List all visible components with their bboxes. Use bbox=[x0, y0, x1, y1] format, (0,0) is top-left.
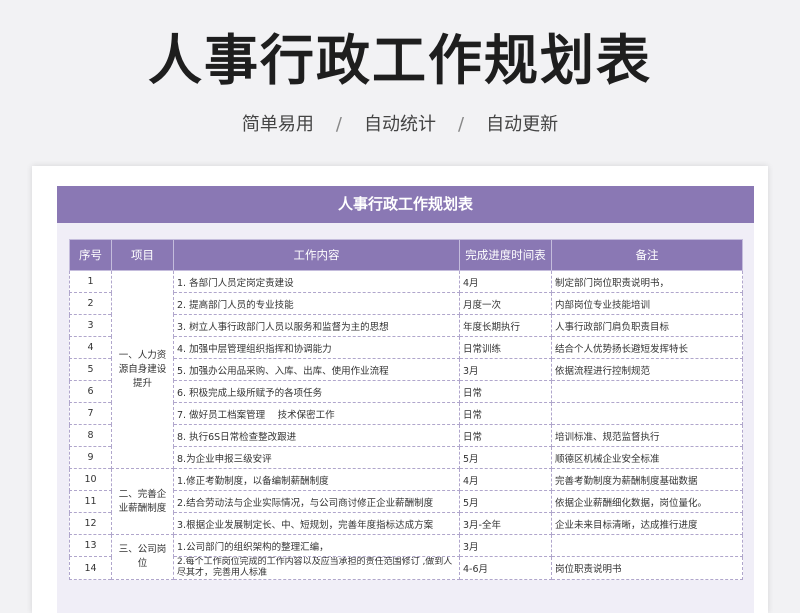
cell-time[interactable]: 5月 bbox=[459, 490, 552, 513]
subtitle-separator: / bbox=[335, 114, 342, 135]
table-header-row: 序号 项目 工作内容 完成进度时间表 备注 bbox=[69, 239, 743, 271]
table-row: 10 二、完善企业薪酬制度 1.修正考勤制度，以备编制薪酬制度 4月 完善考勤制… bbox=[69, 468, 743, 535]
cell-project-group[interactable]: 三、公司岗位 bbox=[111, 534, 174, 580]
cell-note[interactable]: 人事行政部门肩负职责目标 bbox=[551, 314, 743, 337]
cell-time[interactable]: 日常训练 bbox=[459, 336, 552, 359]
cell-note[interactable]: 结合个人优势扬长避短发挥特长 bbox=[551, 336, 743, 359]
page-title: 人事行政工作规划表 bbox=[148, 29, 652, 92]
cell-content[interactable]: 2. 提高部门人员的专业技能 bbox=[173, 292, 460, 315]
sheet-title: 人事行政工作规划表 bbox=[57, 186, 754, 223]
cell-note[interactable] bbox=[551, 402, 743, 425]
cell-content[interactable]: 2.每个工作岗位完成的工作内容以及应当承担的责任范围修订 ,做到人尽其才，完善用… bbox=[173, 556, 460, 580]
cell-content[interactable]: 2.结合劳动法与企业实际情况，与公司商讨修正企业薪酬制度 bbox=[173, 490, 460, 513]
cell-time[interactable]: 4月 bbox=[459, 270, 552, 293]
cell-content[interactable]: 7. 做好员工档案管理 技术保密工作 bbox=[173, 402, 460, 425]
cell-no[interactable]: 9 bbox=[69, 446, 112, 469]
subtitle-separator: / bbox=[458, 114, 465, 135]
cell-content[interactable]: 3. 树立人事行政部门人员以服务和监督为主的思想 bbox=[173, 314, 460, 337]
column-header-time[interactable]: 完成进度时间表 bbox=[459, 239, 552, 271]
cell-time[interactable]: 4-6月 bbox=[459, 556, 552, 580]
cell-content[interactable]: 3.根据企业发展制定长、中、短规划，完善年度指标达成方案 bbox=[173, 512, 460, 535]
subtitle-item: 自动统计 bbox=[364, 114, 436, 135]
plan-table: 序号 项目 工作内容 完成进度时间表 备注 1 一、人力资源自身建设提升 1. … bbox=[69, 239, 743, 580]
column-header-project[interactable]: 项目 bbox=[111, 239, 174, 271]
cell-note[interactable]: 依据流程进行控制规范 bbox=[551, 358, 743, 381]
cell-time[interactable]: 年度长期执行 bbox=[459, 314, 552, 337]
table-container: 序号 项目 工作内容 完成进度时间表 备注 1 一、人力资源自身建设提升 1. … bbox=[57, 223, 754, 613]
cell-no[interactable]: 10 bbox=[69, 468, 112, 491]
cell-time[interactable]: 5月 bbox=[459, 446, 552, 469]
cell-note[interactable]: 依据企业薪酬细化数据，岗位量化。 bbox=[551, 490, 743, 513]
cell-content[interactable]: 1.公司部门的组织架构的整理汇编， bbox=[173, 534, 460, 557]
cell-content[interactable]: 4. 加强中层管理组织指挥和协调能力 bbox=[173, 336, 460, 359]
cell-time[interactable]: 日常 bbox=[459, 380, 552, 403]
cell-no[interactable]: 11 bbox=[69, 490, 112, 513]
cell-note[interactable] bbox=[551, 380, 743, 403]
subtitle-item: 自动更新 bbox=[486, 114, 559, 135]
cell-note[interactable]: 岗位职责说明书 bbox=[551, 556, 743, 580]
cell-time[interactable]: 日常 bbox=[459, 402, 552, 425]
table-row: 13 三、公司岗位 1.公司部门的组织架构的整理汇编， 3月 bbox=[69, 534, 743, 580]
cell-content[interactable]: 8. 执行6S日常检查整改跟进 bbox=[173, 424, 460, 447]
cell-time[interactable]: 4月 bbox=[459, 468, 552, 491]
cell-no[interactable]: 2 bbox=[69, 292, 112, 315]
cell-note[interactable]: 顺德区机械企业安全标准 bbox=[551, 446, 743, 469]
cell-no[interactable]: 6 bbox=[69, 380, 112, 403]
cell-note[interactable]: 培训标准、规范监督执行 bbox=[551, 424, 743, 447]
cell-time[interactable]: 3月 bbox=[459, 534, 552, 557]
cell-note[interactable] bbox=[551, 534, 743, 557]
cell-no[interactable]: 3 bbox=[69, 314, 112, 337]
cell-no[interactable]: 12 bbox=[69, 512, 112, 535]
cell-no[interactable]: 5 bbox=[69, 358, 112, 381]
cell-content[interactable]: 8.为企业申报三级安评 bbox=[173, 446, 460, 469]
cell-note[interactable]: 制定部门岗位职责说明书， bbox=[551, 270, 743, 293]
cell-no[interactable]: 1 bbox=[69, 270, 112, 293]
cell-project-group[interactable]: 二、完善企业薪酬制度 bbox=[111, 468, 174, 535]
cell-no[interactable]: 13 bbox=[69, 534, 112, 557]
cell-time[interactable]: 月度一次 bbox=[459, 292, 552, 315]
cell-time[interactable]: 日常 bbox=[459, 424, 552, 447]
cell-note[interactable]: 完善考勤制度为薪酬制度基础数据 bbox=[551, 468, 743, 491]
cell-note[interactable]: 企业未来目标清晰，达成推行进度 bbox=[551, 512, 743, 535]
cell-content[interactable]: 1.修正考勤制度，以备编制薪酬制度 bbox=[173, 468, 460, 491]
cell-content[interactable]: 6. 积极完成上级所赋予的各项任务 bbox=[173, 380, 460, 403]
spreadsheet-card: 人事行政工作规划表 序号 项目 工作内容 完成进度时间表 备注 1 一、人力资源… bbox=[32, 166, 768, 613]
cell-no[interactable]: 8 bbox=[69, 424, 112, 447]
column-header-content[interactable]: 工作内容 bbox=[173, 239, 460, 271]
column-header-note[interactable]: 备注 bbox=[551, 239, 743, 271]
cell-project-group[interactable]: 一、人力资源自身建设提升 bbox=[111, 270, 174, 469]
cell-note[interactable]: 内部岗位专业技能培训 bbox=[551, 292, 743, 315]
column-header-no[interactable]: 序号 bbox=[69, 239, 112, 271]
cell-no[interactable]: 7 bbox=[69, 402, 112, 425]
cell-content[interactable]: 5. 加强办公用品采购、入库、出库、使用作业流程 bbox=[173, 358, 460, 381]
cell-content[interactable]: 1. 各部门人员定岗定责建设 bbox=[173, 270, 460, 293]
table-row: 1 一、人力资源自身建设提升 1. 各部门人员定岗定责建设 4月 制定部门岗位职… bbox=[69, 270, 743, 469]
cell-no[interactable]: 4 bbox=[69, 336, 112, 359]
page-subtitle: 简单易用 / 自动统计 / 自动更新 bbox=[0, 112, 800, 138]
cell-time[interactable]: 3月-全年 bbox=[459, 512, 552, 535]
cell-time[interactable]: 3月 bbox=[459, 358, 552, 381]
cell-no[interactable]: 14 bbox=[69, 556, 112, 580]
subtitle-item: 简单易用 bbox=[241, 114, 314, 135]
